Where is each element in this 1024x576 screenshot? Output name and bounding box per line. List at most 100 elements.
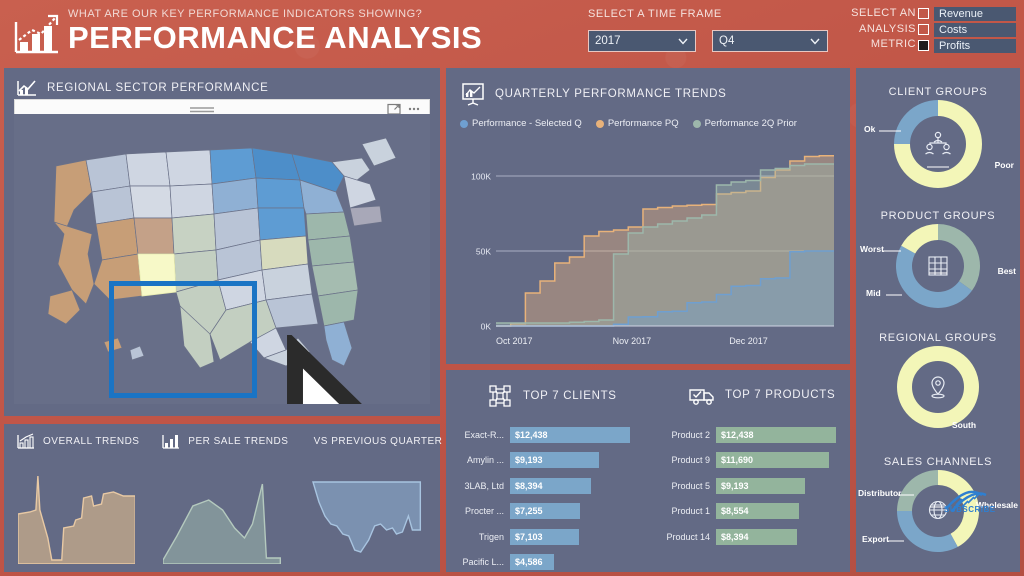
mouse-cursor — [287, 335, 362, 404]
client-groups-donut[interactable]: Ok Poor — [856, 98, 1020, 194]
mini-chart-vs-previous-quarter[interactable] — [295, 472, 440, 564]
year-select[interactable]: 2017 — [588, 30, 696, 52]
bar-chart-growth-icon — [14, 14, 59, 54]
presentation-chart-icon — [462, 83, 484, 106]
header-subtitle: WHAT ARE OUR KEY PERFORMANCE INDICATORS … — [68, 8, 423, 20]
product-groups-label-worst: Worst — [860, 244, 884, 254]
svg-text:Dec 2017: Dec 2017 — [729, 336, 768, 346]
analysis-label-line-3: METRIC — [870, 38, 916, 50]
list-item[interactable]: Product 2 $12,438 — [660, 422, 838, 448]
chart-legend: Performance - Selected Q Performance PQ … — [460, 118, 797, 129]
list-item[interactable]: Product 5 $9,193 — [660, 473, 838, 499]
quarter-select[interactable]: Q4 — [712, 30, 828, 52]
trend-panel-title: QUARTERLY PERFORMANCE TRENDS — [495, 88, 727, 100]
row-bar[interactable]: $8,394 — [510, 477, 591, 494]
network-nodes-icon — [489, 385, 511, 407]
clients-header: TOP 7 CLIENTS — [488, 384, 617, 408]
quarterly-trends-chart[interactable]: 0K 50K 100K Oct 2017 Nov 2017 Dec 2017 — [460, 140, 838, 352]
legend-swatch-pq — [595, 119, 604, 128]
legend-item-2q-prior[interactable]: Performance 2Q Prior — [692, 118, 797, 129]
legend-label-selected-q: Performance - Selected Q — [472, 118, 582, 129]
drag-handle-icon[interactable] — [189, 106, 215, 113]
product-groups-donut[interactable]: Worst Best Mid — [856, 222, 1020, 318]
metric-option-costs[interactable]: Costs — [918, 22, 1016, 38]
analysis-label-line-1: SELECT AN — [851, 7, 916, 19]
regional-groups-donut[interactable]: South — [856, 344, 1020, 440]
regional-groups-title: REGIONAL GROUPS — [879, 332, 997, 344]
mini-title-vs-previous-quarter: VS PREVIOUS QUARTER — [313, 436, 443, 447]
row-label: Trigen — [478, 531, 504, 542]
mini-chart-overall-trends[interactable] — [4, 472, 149, 564]
quarter-select-value: Q4 — [719, 35, 735, 47]
list-item[interactable]: Product 9 $11,690 — [660, 448, 838, 474]
sales-channels-label-export: Export — [862, 534, 889, 544]
legend-item-pq[interactable]: Performance PQ — [595, 118, 679, 129]
bar-chart-up-icon — [162, 435, 180, 449]
sales-channels-label-distributor: Distributor — [858, 488, 902, 498]
row-label: Product 9 — [671, 455, 710, 466]
svg-text:Oct 2017: Oct 2017 — [496, 336, 533, 346]
analysis-label-line-2: ANALYSIS — [859, 22, 916, 35]
list-item[interactable]: Amylin ... $9,193 — [458, 448, 636, 474]
list-item[interactable]: Procter ... $7,255 — [458, 499, 636, 525]
leader-line-best — [929, 272, 947, 274]
leader-line-mid — [886, 294, 902, 296]
row-label: Product 14 — [666, 531, 710, 542]
bar-chart-icon — [17, 433, 34, 449]
checkbox-costs[interactable] — [918, 24, 929, 36]
map-panel-header: REGIONAL SECTOR PERFORMANCE — [16, 78, 268, 98]
row-bar[interactable]: $8,394 — [716, 528, 797, 545]
row-bar[interactable]: $12,438 — [510, 426, 630, 443]
sales-channels-title: SALES CHANNELS — [883, 456, 993, 468]
mini-chart-per-sale-trends[interactable] — [149, 472, 294, 564]
row-bar[interactable]: $8,554 — [716, 503, 799, 520]
svg-text:Nov 2017: Nov 2017 — [613, 336, 652, 346]
svg-text:50K: 50K — [476, 247, 491, 257]
regional-groups-block: REGIONAL GROUPS South — [856, 332, 1020, 440]
list-item[interactable]: Pacific L... $4,586 — [458, 550, 636, 576]
list-item[interactable]: Trigen $7,103 — [458, 524, 636, 550]
row-label: Product 5 — [671, 480, 710, 491]
us-choropleth-map[interactable] — [14, 114, 430, 404]
checkbox-revenue[interactable] — [918, 8, 929, 20]
legend-label-pq: Performance PQ — [607, 118, 679, 129]
row-bar[interactable]: $12,438 — [716, 426, 836, 443]
product-groups-block: PRODUCT GROUPS Worst Best Mid — [856, 210, 1020, 318]
row-bar[interactable]: $4,586 — [510, 554, 555, 571]
mini-trends-headers: OVERALL TRENDS PER SALE TRENDS VS PREVIO… — [4, 432, 443, 451]
sales-channels-donut[interactable]: Distributor Wholesale Export — [856, 468, 1020, 564]
row-label: Exact-R... — [464, 429, 504, 440]
list-item[interactable]: Exact-R... $12,438 — [458, 422, 636, 448]
mini-header-overall-trends[interactable]: OVERALL TRENDS — [4, 432, 149, 451]
svg-text:100K: 100K — [471, 172, 491, 182]
people-group-icon — [925, 131, 951, 155]
row-label: Pacific L... — [462, 557, 504, 568]
checkbox-profits[interactable] — [918, 40, 929, 52]
row-bar[interactable]: $7,103 — [510, 528, 579, 545]
mini-header-per-sale-trends[interactable]: PER SALE TRENDS — [149, 432, 294, 451]
lists-body: Exact-R... $12,438 Amylin ... $9,193 3LA… — [446, 422, 850, 576]
row-bar[interactable]: $9,193 — [510, 452, 599, 469]
regional-groups-label-south: South — [952, 420, 977, 430]
client-groups-label-poor: Poor — [994, 160, 1014, 170]
row-bar[interactable]: $7,255 — [510, 503, 580, 520]
row-label: Product 1 — [671, 506, 710, 517]
metric-label-costs: Costs — [934, 22, 1016, 37]
list-item[interactable]: Product 14 $8,394 — [660, 524, 838, 550]
list-item[interactable]: Product 1 $8,554 — [660, 499, 838, 525]
mini-header-vs-previous-quarter[interactable]: VS PREVIOUS QUARTER — [295, 432, 443, 451]
clients-title: TOP 7 CLIENTS — [523, 390, 617, 402]
legend-item-selected-q[interactable]: Performance - Selected Q — [460, 118, 582, 129]
quarterly-performance-trends-panel: QUARTERLY PERFORMANCE TRENDS Performance… — [446, 68, 850, 364]
list-item[interactable]: 3LAB, Ltd $8,394 — [458, 473, 636, 499]
product-groups-label-best: Best — [997, 266, 1016, 276]
metric-option-profits[interactable]: Profits — [918, 38, 1016, 54]
mini-trends-charts — [4, 472, 440, 564]
leader-line-distributor — [898, 494, 914, 496]
trend-panel-header: QUARTERLY PERFORMANCE TRENDS — [460, 82, 727, 106]
metric-option-revenue[interactable]: Revenue — [918, 6, 1016, 22]
row-bar[interactable]: $9,193 — [716, 477, 805, 494]
year-select-value: 2017 — [595, 35, 621, 47]
row-bar[interactable]: $11,690 — [716, 452, 829, 469]
row-label: Amylin ... — [466, 455, 504, 466]
